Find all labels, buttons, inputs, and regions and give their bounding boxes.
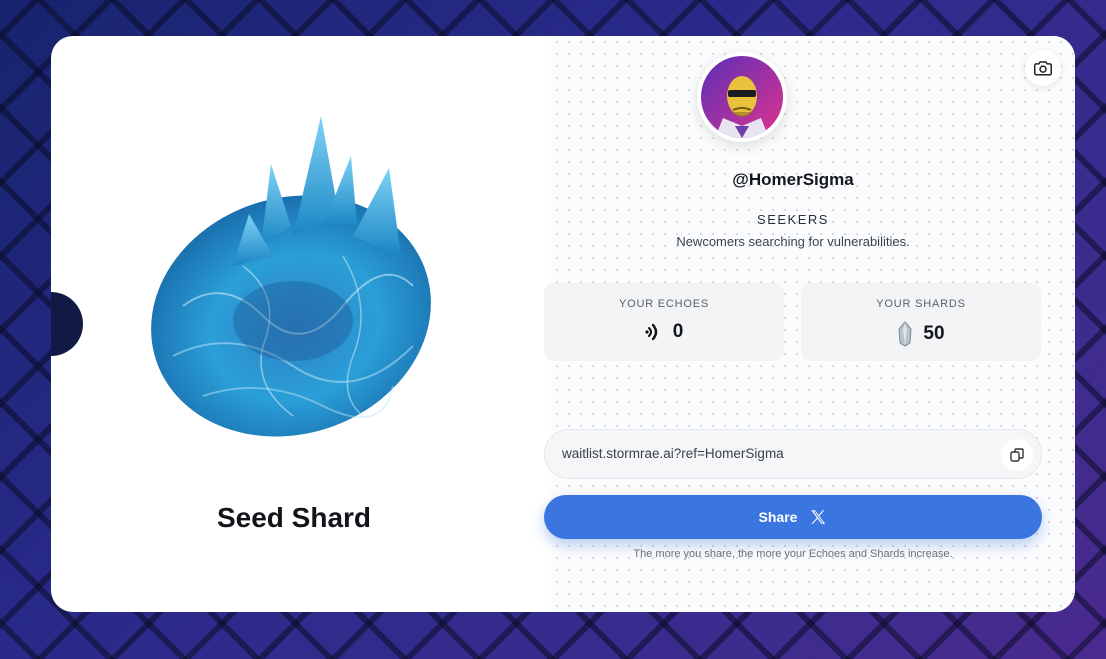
- echo-signal-icon: [645, 323, 657, 341]
- avatar: [697, 52, 787, 142]
- camera-icon: [1034, 61, 1052, 76]
- shards-value: 50: [923, 323, 945, 344]
- share-label: Share: [758, 509, 798, 525]
- rank-title: SEEKERS: [757, 212, 829, 227]
- echoes-value: 0: [672, 321, 684, 342]
- echoes-label: YOUR ECHOES: [618, 298, 710, 310]
- user-avatar: [701, 56, 783, 138]
- shards-label: YOUR SHARDS: [876, 298, 966, 310]
- camera-button[interactable]: [1025, 50, 1061, 86]
- card-notch: [51, 292, 83, 356]
- copy-icon: [1010, 448, 1024, 462]
- rank-description: Newcomers searching for vulnerabilities.: [676, 234, 910, 249]
- referral-link[interactable]: waitlist.stormrae.ai?ref=HomerSigma: [562, 446, 784, 461]
- echoes-stat: YOUR ECHOES 0: [544, 283, 784, 361]
- shards-stat: YOUR SHARDS 50: [801, 283, 1041, 361]
- blue-crystal-icon: [151, 116, 431, 437]
- referral-link-field[interactable]: waitlist.stormrae.ai?ref=HomerSigma: [544, 429, 1042, 479]
- x-logo-icon: [811, 510, 826, 524]
- username: @HomerSigma: [732, 170, 854, 189]
- share-hint: The more you share, the more your Echoes…: [633, 548, 953, 560]
- shard-title: Seed Shard: [216, 502, 372, 533]
- share-button[interactable]: Share: [544, 495, 1042, 539]
- copy-button[interactable]: [1001, 439, 1033, 471]
- crystal-shard-icon: [898, 321, 912, 347]
